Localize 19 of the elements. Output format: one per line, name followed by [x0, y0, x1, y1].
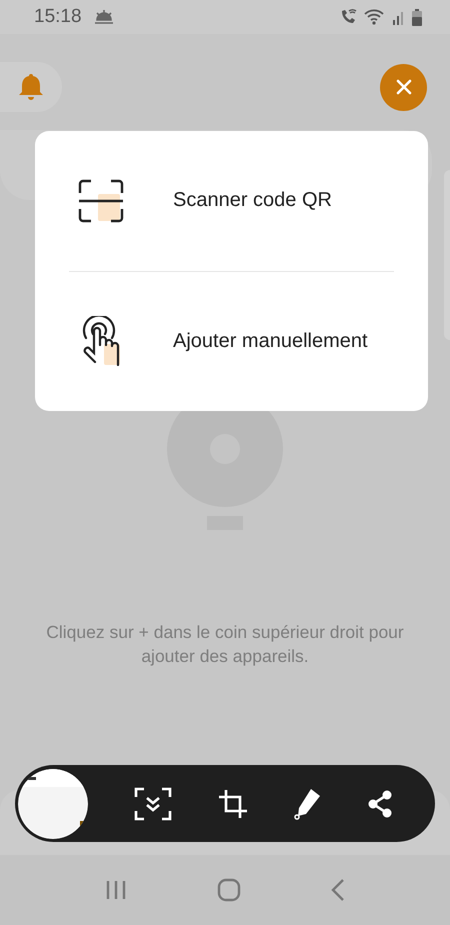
- signal-icon: [392, 9, 406, 25]
- back-icon[interactable]: [331, 879, 345, 901]
- qr-scan-icon: [78, 178, 124, 223]
- menu-item[interactable]: Scanner code QR: [69, 131, 394, 270]
- wifi-icon: [364, 9, 386, 25]
- crop-icon[interactable]: [218, 788, 248, 818]
- empty-hint: Cliquez sur + dans le coin supérieur droit pour ajouter des appareils.: [45, 621, 405, 668]
- home-icon[interactable]: [217, 878, 241, 902]
- battery-icon: [412, 8, 422, 26]
- pencil-icon[interactable]: [293, 788, 322, 820]
- clock: 15:18: [34, 6, 82, 28]
- close-button[interactable]: [380, 64, 427, 110]
- recent-apps-icon[interactable]: [105, 880, 127, 900]
- close-icon: [396, 79, 412, 95]
- menu-item[interactable]: Ajouter manuellement: [69, 272, 394, 411]
- share-icon[interactable]: [367, 790, 393, 818]
- sunrise-icon: [94, 9, 114, 25]
- wifi-call-icon: [340, 9, 358, 25]
- scroll-capture-icon[interactable]: [134, 786, 172, 820]
